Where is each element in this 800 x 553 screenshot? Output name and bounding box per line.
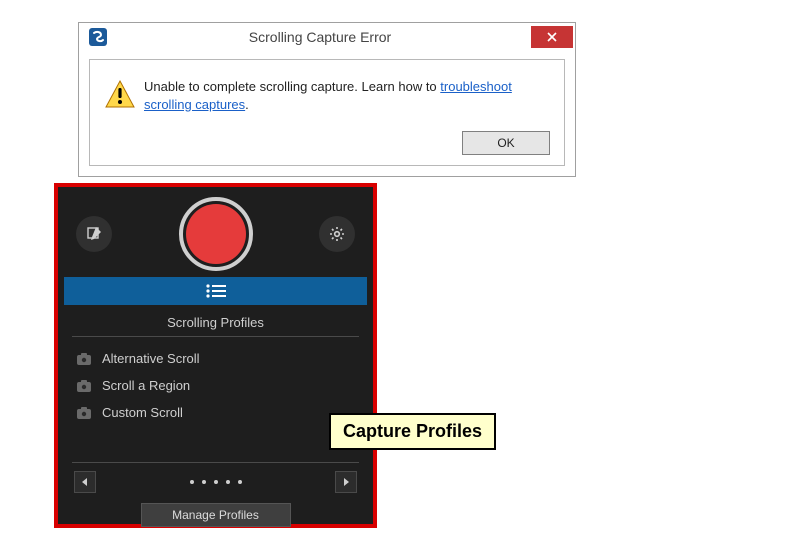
- close-button[interactable]: [531, 26, 573, 48]
- profile-label: Alternative Scroll: [102, 351, 200, 366]
- pager: [72, 462, 359, 493]
- camera-icon: [76, 352, 92, 366]
- section-title: Scrolling Profiles: [72, 315, 359, 330]
- dialog-body: Unable to complete scrolling capture. Le…: [89, 59, 565, 166]
- dialog-title: Scrolling Capture Error: [109, 29, 531, 45]
- capture-button[interactable]: [179, 197, 253, 271]
- error-message: Unable to complete scrolling capture. Le…: [144, 78, 550, 113]
- error-text-suffix: .: [245, 97, 249, 112]
- prev-button[interactable]: [74, 471, 96, 493]
- ok-button[interactable]: OK: [462, 131, 550, 155]
- profile-item[interactable]: Scroll a Region: [74, 372, 357, 399]
- profile-list: Alternative Scroll Scroll a Region Custo…: [72, 337, 359, 426]
- next-button[interactable]: [335, 471, 357, 493]
- profile-item[interactable]: Custom Scroll: [74, 399, 357, 426]
- settings-button[interactable]: [319, 216, 355, 252]
- capture-panel: Scrolling Profiles Alternative Scroll Sc…: [54, 183, 377, 528]
- profile-label: Custom Scroll: [102, 405, 183, 420]
- callout-label: Capture Profiles: [329, 413, 496, 450]
- warning-icon: [104, 78, 144, 115]
- camera-icon: [76, 406, 92, 420]
- pager-dots: [190, 480, 242, 484]
- error-text: Unable to complete scrolling capture. Le…: [144, 79, 440, 94]
- app-icon: [87, 26, 109, 48]
- profile-label: Scroll a Region: [102, 378, 190, 393]
- edit-button[interactable]: [76, 216, 112, 252]
- profile-list-toggle[interactable]: [64, 277, 367, 305]
- profile-item[interactable]: Alternative Scroll: [74, 345, 357, 372]
- camera-icon: [76, 379, 92, 393]
- error-dialog: Scrolling Capture Error Unable to comple…: [78, 22, 576, 177]
- manage-profiles-button[interactable]: Manage Profiles: [141, 503, 291, 527]
- titlebar: Scrolling Capture Error: [79, 23, 575, 51]
